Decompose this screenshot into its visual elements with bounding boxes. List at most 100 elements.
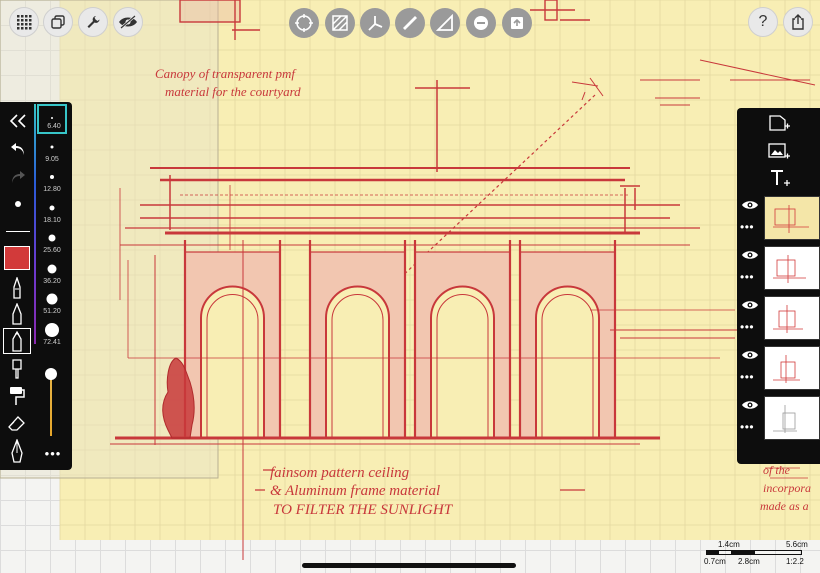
brush-size-option[interactable]: 18.10: [37, 196, 67, 226]
tool-palette: 6.40 9.05 12.80 18.10 25.60 36.20 51.20 72.41 •…: [0, 102, 72, 470]
layers-stack-icon: [51, 15, 65, 29]
marker-tool-button[interactable]: [3, 328, 31, 354]
palette-more-button[interactable]: •••: [38, 446, 68, 461]
note-top-line1: Canopy of transparent pmf: [155, 66, 297, 81]
brush-size-dot: [49, 205, 55, 210]
layer-thumbnail[interactable]: [764, 346, 820, 390]
brush-size-option[interactable]: 72.41: [37, 318, 67, 348]
layer-row[interactable]: •••: [737, 394, 820, 442]
opacity-slider-thumb[interactable]: [45, 368, 57, 380]
brush-size-label: 51.20: [43, 308, 61, 315]
grid-menu-button[interactable]: [9, 7, 39, 37]
nib-tool-button[interactable]: [4, 438, 30, 464]
brush-size-label: 6.40: [47, 123, 61, 130]
redo-icon: [12, 171, 25, 183]
grid-menu-icon: [17, 15, 32, 30]
undo-button[interactable]: [4, 138, 32, 160]
layer-row[interactable]: •••: [737, 244, 820, 292]
brush-size-option[interactable]: 12.80: [37, 165, 67, 195]
new-layer-button[interactable]: [767, 114, 791, 132]
fineliner-tool-button[interactable]: [4, 276, 30, 300]
layer-visibility-toggle[interactable]: [741, 348, 761, 362]
hatch-fill-icon: [332, 15, 348, 31]
layer-options-button[interactable]: •••: [740, 420, 762, 434]
transform-icon: [295, 14, 313, 32]
note-right-line1: of the: [763, 463, 791, 477]
layer-visibility-toggle[interactable]: [741, 248, 761, 262]
layer-row[interactable]: •••: [737, 294, 820, 342]
brush-size-label: 25.60: [43, 247, 61, 254]
eye-icon: [742, 401, 758, 409]
axis-guide-button[interactable]: [360, 8, 390, 38]
layer-thumbnail-sketch: [773, 405, 797, 433]
arch-opening: [325, 285, 390, 438]
active-color-swatch: [5, 247, 29, 269]
minus-circle-button[interactable]: [466, 8, 496, 38]
help-button[interactable]: ?: [748, 7, 778, 37]
layer-row[interactable]: •••: [737, 344, 820, 392]
set-square-button[interactable]: [430, 8, 460, 38]
layer-visibility-toggle[interactable]: [741, 398, 761, 412]
dot-brush-button[interactable]: [4, 193, 32, 215]
layer-visibility-toggle[interactable]: [741, 198, 761, 212]
eye-icon: [742, 251, 758, 259]
layer-options-button[interactable]: •••: [740, 370, 762, 384]
help-label: ?: [758, 13, 768, 30]
hatch-tool-button[interactable]: [325, 8, 355, 38]
layer-thumbnail-sketch: [773, 205, 809, 233]
fineliner-icon: [13, 277, 21, 299]
drawing-canvas[interactable]: Canopy of transparent pmf material for t…: [0, 0, 820, 573]
eraser-tool-button[interactable]: [4, 412, 30, 434]
roller-tool-button[interactable]: [4, 384, 30, 408]
share-button[interactable]: [783, 7, 813, 37]
brush-size-option[interactable]: 6.40: [37, 104, 67, 134]
scale-label-5-6: 5.6cm: [786, 540, 808, 549]
dot-icon: [15, 201, 21, 207]
visibility-button[interactable]: [113, 7, 143, 37]
scale-ruler: [706, 550, 802, 555]
scale-label-2-8: 2.8cm: [738, 557, 760, 566]
pen-tool-button[interactable]: [4, 302, 30, 326]
minus-circle-icon: [474, 16, 488, 30]
opacity-slider[interactable]: [45, 368, 57, 436]
add-image-layer-button[interactable]: [767, 142, 791, 160]
image-icon: [768, 143, 790, 159]
brush-size-option[interactable]: 36.20: [37, 257, 67, 287]
layer-options-button[interactable]: •••: [740, 270, 762, 284]
layer-options-button[interactable]: •••: [740, 220, 762, 234]
brush-size-option[interactable]: 25.60: [37, 226, 67, 256]
layer-thumbnail[interactable]: [764, 396, 820, 440]
settings-button[interactable]: [78, 7, 108, 37]
eye-icon: [742, 351, 758, 359]
brush-size-label: 18.10: [43, 216, 61, 224]
line-weight-button[interactable]: [4, 220, 32, 242]
layer-row[interactable]: •••: [737, 194, 820, 242]
transform-tool-button[interactable]: [289, 8, 319, 38]
brush-size-label: 72.41: [43, 338, 61, 346]
brush-tool-button[interactable]: [4, 356, 30, 380]
layers-stack-button[interactable]: [43, 7, 73, 37]
layer-thumbnail[interactable]: [764, 246, 820, 290]
brush-size-label: 12.80: [43, 186, 61, 193]
brush-size-option[interactable]: 9.05: [37, 135, 67, 165]
brush-size-dot: [51, 117, 53, 119]
note-right-line3: made as a: [760, 499, 809, 513]
add-text-layer-button[interactable]: [769, 168, 793, 188]
layer-thumbnail[interactable]: [764, 196, 820, 240]
collapse-palette-button[interactable]: [4, 110, 32, 132]
import-button[interactable]: [502, 8, 532, 38]
arch-opening: [535, 285, 600, 438]
layer-options-button[interactable]: •••: [740, 320, 762, 334]
layer-thumbnail[interactable]: [764, 296, 820, 340]
note-bottom-line3: TO FILTER THE SUNLIGHT: [273, 502, 454, 518]
redo-button[interactable]: [4, 166, 32, 188]
color-swatch-button[interactable]: [4, 246, 30, 270]
layer-visibility-toggle[interactable]: [741, 298, 761, 312]
home-indicator[interactable]: [302, 563, 516, 568]
color-gradient-strip: [34, 104, 36, 344]
brush-size-option[interactable]: 51.20: [37, 287, 67, 317]
note-bottom-line1: fainsom pattern ceiling: [270, 465, 410, 481]
ruler-tool-button[interactable]: [395, 8, 425, 38]
brush-size-label: 9.05: [45, 155, 59, 163]
share-icon: [792, 14, 804, 30]
